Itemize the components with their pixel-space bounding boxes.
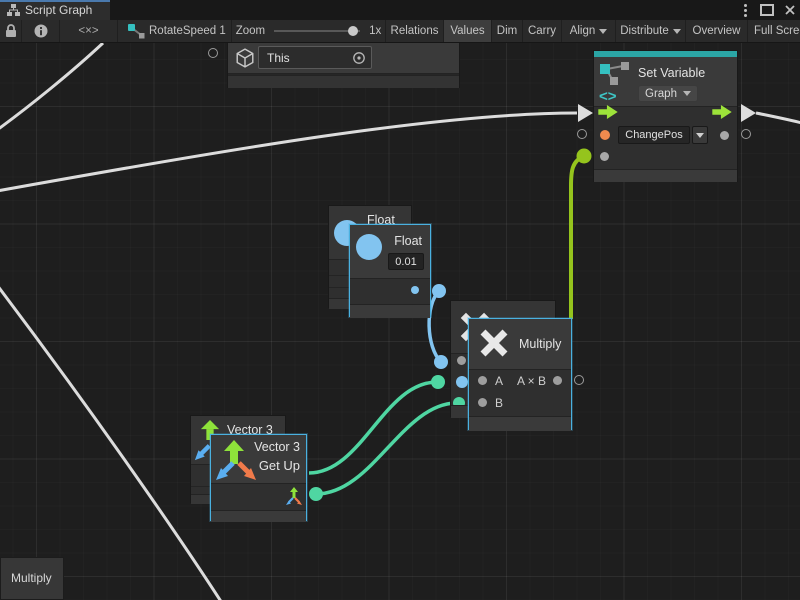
multiply-output-port[interactable] [553, 376, 562, 385]
values-button[interactable]: Values [444, 20, 492, 42]
zoom-control: Zoom 1x [232, 20, 386, 42]
graph-toolbar: <×> RotateSpeed 1 Zoom 1x Relations Valu… [0, 20, 800, 43]
variable-name-port[interactable] [600, 130, 610, 140]
this-node-footer [228, 75, 459, 88]
zoom-slider-handle[interactable] [348, 26, 358, 36]
variable-kind-dropdown[interactable]: Graph [638, 85, 698, 102]
multiply-header: Multiply [469, 319, 571, 370]
overlay-toggle-glyph: <×> [78, 25, 98, 37]
set-variable-title: Set Variable [638, 66, 705, 80]
float-title: Float [394, 234, 422, 248]
variable-kind-value: Graph [645, 88, 677, 100]
maximize-icon[interactable] [760, 4, 774, 16]
vector3-output-port-icon[interactable] [285, 487, 303, 505]
script-graph-icon [7, 4, 20, 17]
chevron-down-icon [673, 29, 681, 34]
float-header: Float 0.01 [350, 225, 430, 279]
dim-label: Dim [497, 25, 517, 37]
float-value-field[interactable]: 0.01 [388, 253, 424, 270]
carry-button[interactable]: Carry [523, 20, 562, 42]
multiply-right-ring[interactable] [574, 375, 584, 385]
breadcrumb-label: Multiply [11, 571, 52, 585]
variable-value-port[interactable] [600, 152, 609, 161]
multiply-node[interactable]: Multiply A A × B B [468, 318, 572, 430]
this-node-header: This [228, 43, 459, 74]
overview-button[interactable]: Overview [686, 20, 748, 42]
control-output-arrow[interactable] [712, 105, 732, 119]
carry-label: Carry [528, 25, 556, 37]
zoom-label: Zoom [236, 25, 265, 37]
gameobject-field-value: This [267, 51, 290, 65]
gameobject-field[interactable]: This [258, 46, 372, 69]
chevron-down-icon [683, 91, 691, 96]
float-node[interactable]: Float 0.01 [349, 224, 431, 317]
float-value: 0.01 [395, 256, 416, 268]
variable-name-dropdown-button[interactable] [692, 126, 708, 144]
multiply-back-port-1[interactable] [457, 356, 466, 365]
zoom-value: 1x [369, 25, 381, 37]
set-variable-left-ring[interactable] [577, 129, 587, 139]
multiply-back-port-a[interactable] [456, 376, 468, 388]
variable-name-value: ChangePos [625, 129, 683, 141]
fullscreen-label: Full Screen [754, 25, 800, 37]
lock-icon [5, 24, 17, 38]
relations-label: Relations [391, 25, 439, 37]
set-variable-footer [594, 169, 737, 182]
multiply-label-result: A × B [517, 374, 546, 388]
cube-icon [235, 47, 255, 69]
vector3-title: Vector 3 [254, 440, 300, 454]
variable-output-port[interactable] [720, 131, 729, 140]
graph-breadcrumb[interactable]: Multiply [0, 557, 64, 600]
tab-bar: Script Graph [0, 0, 800, 20]
distribute-dropdown[interactable]: Distribute [616, 20, 686, 42]
vector3-footer [211, 510, 306, 522]
set-variable-icon: <> [599, 61, 633, 103]
align-label: Align [570, 25, 596, 37]
unity-visual-scripting-window: This <> Set Variable Graph [0, 0, 800, 600]
multiply-label-b: B [495, 396, 503, 410]
multiply-footer [469, 416, 571, 431]
multiply-title: Multiply [519, 337, 561, 351]
multiply-x-icon [477, 326, 511, 360]
set-variable-right-ring[interactable] [741, 129, 751, 139]
variable-chevrons-glyph: <> [599, 88, 617, 103]
control-input-arrow[interactable] [598, 105, 618, 119]
variable-name-field[interactable]: ChangePos [618, 126, 690, 144]
align-dropdown[interactable]: Align [562, 20, 616, 42]
relations-button[interactable]: Relations [386, 20, 444, 42]
info-icon [34, 24, 48, 38]
graph-asset-name: RotateSpeed 1 [149, 25, 226, 37]
graph-asset-button[interactable]: RotateSpeed 1 [118, 20, 232, 42]
chevron-down-icon [696, 133, 704, 138]
distribute-label: Distribute [620, 25, 669, 37]
overview-label: Overview [693, 25, 741, 37]
graph-asset-icon [128, 24, 145, 39]
set-variable-header: <> Set Variable Graph [594, 57, 737, 107]
float-output-port[interactable] [411, 286, 419, 294]
close-icon[interactable] [784, 4, 796, 16]
fullscreen-button[interactable]: Full Screen [748, 20, 800, 42]
tab-script-graph[interactable]: Script Graph [0, 0, 110, 20]
lock-button[interactable] [0, 20, 22, 42]
set-variable-node[interactable]: <> Set Variable Graph ChangePos [593, 50, 738, 182]
tab-title: Script Graph [25, 3, 92, 17]
this-node[interactable]: This [227, 42, 460, 88]
multiply-input-b-port[interactable] [478, 398, 487, 407]
vector3-header: Vector 3 Get Up [211, 435, 306, 484]
float-type-icon [356, 234, 382, 260]
dim-button[interactable]: Dim [492, 20, 523, 42]
menu-kebab-icon[interactable] [744, 9, 747, 12]
chevron-down-icon [599, 29, 607, 34]
values-label: Values [450, 25, 484, 37]
vector3-get-up-node[interactable]: Vector 3 Get Up [210, 434, 307, 521]
zoom-slider[interactable] [274, 30, 360, 32]
info-button[interactable] [22, 20, 60, 42]
overlay-toggle-button[interactable]: <×> [60, 20, 118, 42]
multiply-input-a-port[interactable] [478, 376, 487, 385]
this-node-port-ring[interactable] [208, 48, 218, 58]
float-footer [350, 304, 430, 318]
multiply-label-a: A [495, 374, 503, 388]
vector3-subtitle: Get Up [259, 458, 300, 473]
object-picker-icon[interactable] [352, 51, 366, 65]
